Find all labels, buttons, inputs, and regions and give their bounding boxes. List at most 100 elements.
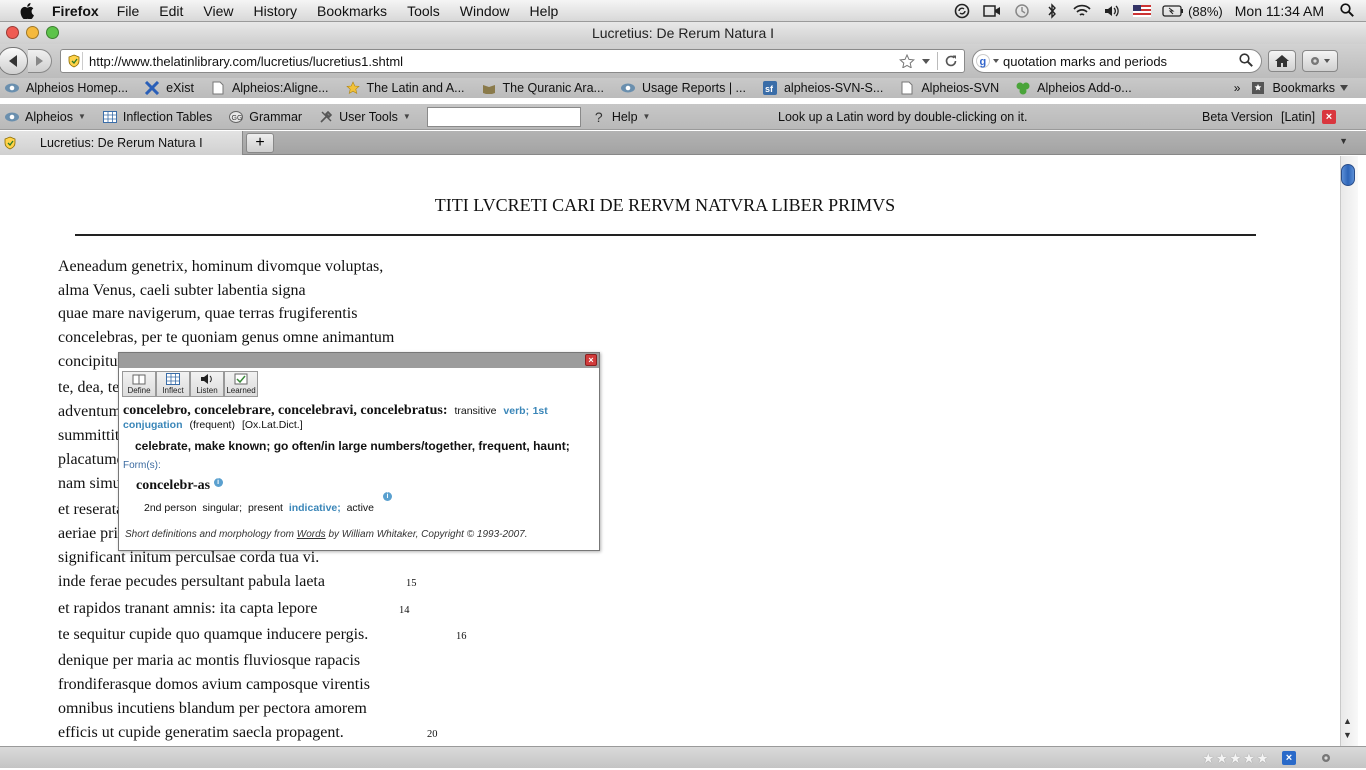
verse-line-19[interactable]: omnibus incutiens blandum per pectora am… bbox=[58, 700, 367, 718]
home-button[interactable] bbox=[1268, 50, 1296, 72]
verse-line-16[interactable]: te sequitur cupide quo quamque inducere … bbox=[58, 626, 368, 644]
verse-line-14[interactable]: inde ferae pecudes persultant pabula lae… bbox=[58, 573, 325, 591]
define-icon bbox=[132, 374, 146, 385]
words-link[interactable]: Words bbox=[297, 529, 326, 540]
status-gear-icon[interactable] bbox=[1318, 751, 1334, 770]
zoom-window-button[interactable] bbox=[46, 26, 59, 39]
bookmark-alpheios-aligner[interactable]: Alpheios:Aligne... bbox=[210, 81, 329, 95]
verse-line-20[interactable]: efficis ut cupide generatim saecla propa… bbox=[58, 724, 344, 742]
lookup-word-input[interactable] bbox=[426, 106, 581, 127]
bluetooth-icon[interactable] bbox=[1042, 3, 1062, 19]
grammar-icon: GG bbox=[228, 110, 244, 124]
menu-window[interactable]: Window bbox=[460, 3, 510, 19]
search-bar[interactable]: g quotation marks and periods bbox=[972, 49, 1262, 73]
rating-stars[interactable]: ★★★★★ bbox=[1202, 750, 1270, 767]
menu-edit[interactable]: Edit bbox=[159, 3, 183, 19]
verse-line-1[interactable]: Aeneadum genetrix, hominum divomque volu… bbox=[58, 258, 383, 276]
url-bar[interactable]: http://www.thelatinlibrary.com/lucretius… bbox=[60, 49, 965, 73]
close-alpheios-icon[interactable]: × bbox=[1322, 110, 1336, 124]
bookmark-usage-reports[interactable]: Usage Reports | ... bbox=[620, 81, 746, 95]
define-tool-button[interactable]: Define bbox=[122, 371, 156, 397]
help-button[interactable]: ? Help ▼ bbox=[591, 109, 651, 125]
menu-file[interactable]: File bbox=[117, 3, 140, 19]
verse-line-17[interactable]: denique per maria ac montis fluviosque r… bbox=[58, 652, 360, 670]
apple-icon[interactable] bbox=[18, 2, 36, 20]
inflection-stem-ending[interactable]: concelebr-as bbox=[136, 478, 210, 493]
us-flag-icon[interactable] bbox=[1132, 3, 1152, 19]
user-tools-button[interactable]: User Tools ▼ bbox=[318, 110, 411, 124]
camera-icon[interactable] bbox=[982, 3, 1002, 19]
tab-lucretius[interactable]: Lucretius: De Rerum Natura I bbox=[0, 131, 243, 155]
site-identity-icon[interactable] bbox=[65, 52, 83, 70]
menubar-clock[interactable]: Mon 11:34 AM bbox=[1235, 3, 1324, 19]
scroll-down-arrow-icon[interactable]: ▼ bbox=[1343, 730, 1352, 740]
puzzle-icon bbox=[1015, 81, 1031, 95]
back-button[interactable] bbox=[0, 47, 28, 75]
bookmark-quranic-arabic[interactable]: The Quranic Ara... bbox=[481, 81, 604, 95]
bookmark-alpheios-homepage[interactable]: Alpheios Homep... bbox=[4, 81, 128, 95]
info-icon[interactable]: i bbox=[213, 478, 223, 487]
menu-bookmarks[interactable]: Bookmarks bbox=[317, 3, 387, 19]
verse-line-15[interactable]: et rapidos tranant amnis: ita capta lepo… bbox=[58, 600, 317, 618]
minimize-window-button[interactable] bbox=[26, 26, 39, 39]
wifi-icon[interactable] bbox=[1072, 3, 1092, 19]
bookmark-exist[interactable]: eXist bbox=[144, 81, 194, 95]
vertical-scrollbar[interactable] bbox=[1340, 156, 1358, 746]
menu-app-firefox[interactable]: Firefox bbox=[52, 3, 99, 19]
search-query[interactable]: quotation marks and periods bbox=[1003, 54, 1239, 69]
extension-button[interactable] bbox=[1302, 50, 1338, 72]
reload-icon[interactable] bbox=[944, 54, 958, 68]
line-number: 15 bbox=[406, 578, 417, 589]
bookmark-latin-and[interactable]: The Latin and A... bbox=[345, 81, 465, 95]
google-engine-icon[interactable]: g bbox=[973, 51, 1003, 71]
bookmark-alpheios-svn[interactable]: Alpheios-SVN bbox=[899, 81, 999, 95]
volume-icon[interactable] bbox=[1102, 3, 1122, 19]
time-machine-icon[interactable] bbox=[1012, 3, 1032, 19]
forward-button[interactable] bbox=[28, 49, 52, 73]
conjugation-label[interactable]: conjugation bbox=[123, 419, 183, 431]
verse-line-3[interactable]: quae mare navigerum, quae terras frugife… bbox=[58, 305, 357, 323]
menu-view[interactable]: View bbox=[203, 3, 233, 19]
menu-history[interactable]: History bbox=[253, 3, 297, 19]
part-of-speech[interactable]: verb; bbox=[503, 405, 529, 417]
verse-line-18[interactable]: frondiferasque domos avium camposque vir… bbox=[58, 676, 370, 694]
close-window-button[interactable] bbox=[6, 26, 19, 39]
language-indicator[interactable]: [Latin] bbox=[1281, 104, 1315, 130]
exist-x-icon bbox=[144, 81, 160, 95]
alpheios-status-icon[interactable]: × bbox=[1282, 751, 1296, 765]
chevron-down-icon: ▼ bbox=[642, 112, 651, 121]
inflect-tool-button[interactable]: Inflect bbox=[156, 371, 190, 397]
bookmark-alpheios-svn-sf[interactable]: sf alpheios-SVN-S... bbox=[762, 81, 883, 95]
popup-close-icon[interactable]: × bbox=[585, 354, 597, 366]
alpheios-menu-button[interactable]: Alpheios ▼ bbox=[4, 110, 86, 124]
bookmarks-menu-button[interactable]: Bookmarks bbox=[1250, 81, 1348, 95]
sync-icon[interactable] bbox=[952, 3, 972, 19]
bookmark-star-icon[interactable] bbox=[899, 54, 915, 68]
search-go-icon[interactable] bbox=[1239, 52, 1253, 70]
bookmark-alpheios-addons[interactable]: Alpheios Add-o... bbox=[1015, 81, 1132, 95]
url-text[interactable]: http://www.thelatinlibrary.com/lucretius… bbox=[89, 54, 899, 69]
scroll-up-arrow-icon[interactable]: ▲ bbox=[1343, 716, 1352, 726]
popup-titlebar[interactable]: × bbox=[119, 353, 599, 368]
grammar-button[interactable]: GG Grammar bbox=[228, 110, 302, 124]
info-icon[interactable]: i bbox=[382, 492, 392, 501]
verse-line-2[interactable]: alma Venus, caeli subter labentia signa bbox=[58, 282, 306, 300]
morph-mood[interactable]: indicative; bbox=[289, 502, 341, 514]
menu-tools[interactable]: Tools bbox=[407, 3, 440, 19]
bookmarks-overflow-chevron[interactable]: » bbox=[1234, 81, 1241, 95]
battery-indicator[interactable]: (88%) bbox=[1162, 4, 1223, 19]
listen-tool-button[interactable]: Listen bbox=[190, 371, 224, 397]
headword[interactable]: concelebro, concelebrare, concelebravi, … bbox=[123, 403, 448, 418]
tab-list-dropdown-icon[interactable]: ▼ bbox=[1339, 136, 1348, 146]
scrollbar-thumb[interactable] bbox=[1341, 164, 1355, 186]
conjugation-number[interactable]: 1st bbox=[533, 405, 548, 417]
spotlight-icon[interactable] bbox=[1340, 2, 1354, 20]
verse-line-13[interactable]: significant initum perculsae corda tua v… bbox=[58, 549, 319, 567]
inflection-tables-button[interactable]: Inflection Tables bbox=[102, 110, 212, 124]
url-history-dropdown-icon[interactable] bbox=[921, 56, 931, 66]
verse-line-4[interactable]: concelebras, per te quoniam genus omne a… bbox=[58, 329, 394, 347]
bookmark-label: Alpheios Homep... bbox=[26, 81, 129, 95]
new-tab-button[interactable]: + bbox=[246, 133, 274, 153]
menu-help[interactable]: Help bbox=[530, 3, 559, 19]
learned-tool-button[interactable]: Learned bbox=[224, 371, 258, 397]
